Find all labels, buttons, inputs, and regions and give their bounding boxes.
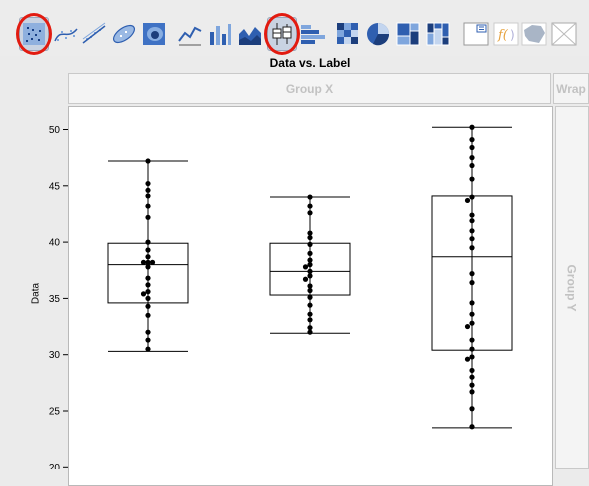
data-point	[307, 325, 313, 331]
data-point	[307, 194, 313, 200]
data-point	[145, 247, 151, 253]
data-point	[307, 294, 313, 300]
data-point	[145, 180, 151, 187]
data-point	[145, 275, 151, 281]
data-point	[307, 230, 313, 236]
data-point	[469, 236, 475, 242]
data-point	[302, 276, 309, 282]
data-point	[307, 283, 313, 289]
box-plot-chart: 20 25 30 35 40 45 50	[49, 124, 513, 469]
data-point	[469, 228, 475, 234]
data-point	[469, 311, 475, 317]
data-point	[469, 389, 475, 395]
data-point	[469, 280, 475, 286]
data-point	[469, 245, 475, 251]
y-tick-label: 30	[49, 350, 61, 361]
data-point	[145, 239, 151, 245]
data-point	[307, 268, 313, 274]
data-point	[307, 210, 313, 216]
data-point	[145, 264, 151, 270]
data-point	[145, 346, 151, 352]
data-point	[469, 406, 475, 412]
data-point	[469, 137, 475, 143]
data-point	[307, 273, 313, 279]
data-point	[145, 303, 151, 309]
data-point	[469, 354, 475, 360]
data-point	[307, 257, 313, 263]
data-point	[469, 346, 475, 352]
data-point	[469, 374, 475, 380]
data-point	[145, 337, 151, 343]
data-point	[469, 176, 475, 182]
data-point	[464, 323, 471, 330]
data-point	[469, 300, 475, 306]
data-point	[469, 367, 475, 374]
data-point	[464, 197, 471, 204]
data-point	[302, 264, 309, 270]
data-point	[469, 271, 475, 277]
data-point	[469, 194, 475, 200]
y-tick-label: 50	[49, 125, 61, 136]
y-tick-label: 45	[49, 181, 61, 192]
data-point	[469, 424, 475, 430]
data-point	[307, 329, 313, 335]
data-point	[307, 311, 313, 317]
data-point	[307, 262, 313, 268]
data-point	[469, 320, 475, 326]
data-point	[469, 124, 475, 130]
y-tick-label: 35	[49, 294, 61, 305]
data-point	[469, 382, 475, 388]
data-point	[145, 295, 151, 301]
data-point	[307, 317, 313, 323]
data-point	[145, 312, 151, 318]
data-point	[145, 329, 151, 335]
data-point	[307, 234, 313, 241]
data-point	[145, 187, 151, 193]
data-point	[145, 289, 151, 295]
y-tick-label: 20	[49, 463, 61, 469]
data-point	[469, 212, 475, 218]
data-point	[140, 291, 147, 297]
data-point	[469, 162, 475, 169]
data-point	[469, 218, 475, 224]
data-point	[145, 282, 151, 288]
data-point	[469, 337, 475, 343]
data-point	[145, 254, 151, 260]
data-point	[464, 356, 471, 362]
data-point	[307, 287, 313, 294]
data-point	[145, 158, 151, 164]
y-tick-label: 25	[49, 407, 61, 418]
data-point	[145, 214, 151, 220]
data-point	[307, 302, 313, 308]
data-point	[469, 155, 475, 161]
data-point	[469, 144, 475, 151]
data-point	[145, 203, 151, 209]
data-point	[140, 259, 147, 265]
data-point	[145, 193, 151, 199]
y-tick-label: 40	[49, 238, 61, 249]
data-point	[149, 259, 156, 265]
data-point	[307, 250, 313, 256]
data-point	[307, 203, 313, 209]
data-point	[307, 241, 313, 247]
data-point	[145, 259, 151, 265]
